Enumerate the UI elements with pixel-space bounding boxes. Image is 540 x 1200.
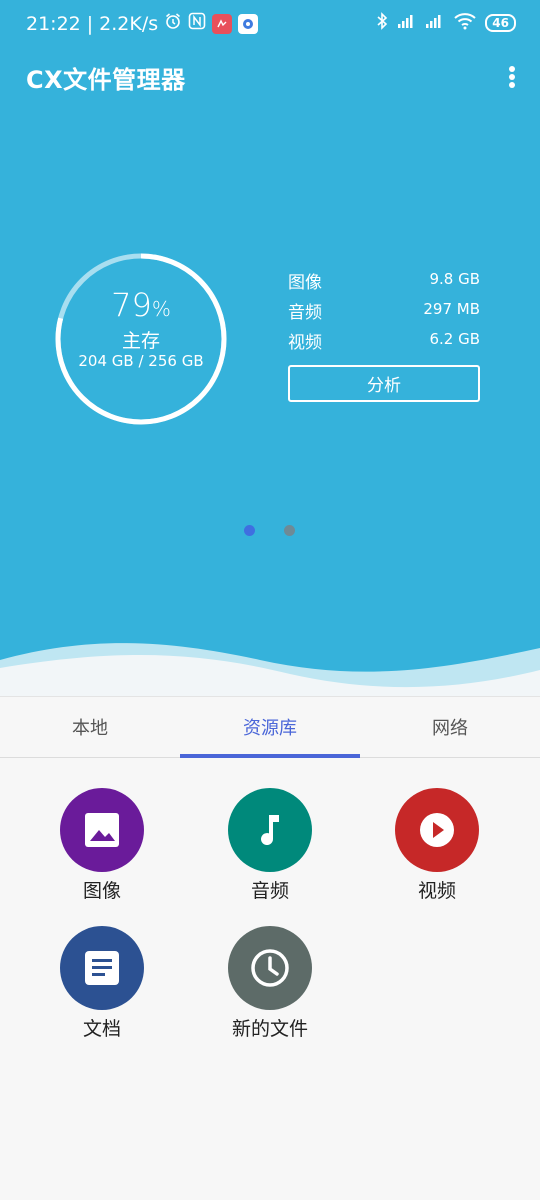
page-dot[interactable]: [284, 525, 295, 536]
category-circle: [228, 926, 312, 1010]
battery-indicator: 46: [485, 14, 516, 32]
stat-label: 音频: [288, 303, 322, 323]
alarm-icon: [164, 12, 182, 35]
category-audio[interactable]: 音频: [186, 788, 354, 903]
document-icon: [85, 951, 119, 985]
stat-row-images: 图像 9.8 GB: [288, 268, 480, 298]
overflow-menu-button[interactable]: [502, 62, 522, 92]
storage-hero: 21:22 | 2.2K/s 46 CX文件管理器 79% 主存 204 GB …: [0, 0, 540, 700]
storage-breakdown: 图像 9.8 GB 音频 297 MB 视频 6.2 GB: [288, 268, 480, 358]
stat-value: 297 MB: [423, 300, 480, 318]
stat-label: 图像: [288, 273, 322, 293]
category-video[interactable]: 视频: [353, 788, 521, 903]
category-circle: [60, 788, 144, 872]
more-dot-icon: [509, 66, 515, 72]
category-circle: [395, 788, 479, 872]
bluetooth-icon: [375, 12, 389, 34]
wave-decoration: [0, 643, 540, 700]
signal-icon-2: [425, 13, 445, 33]
nfc-icon: [188, 12, 206, 35]
stat-row-audio: 音频 297 MB: [288, 298, 480, 328]
analyze-button[interactable]: 分析: [288, 365, 480, 402]
category-label: 图像: [82, 880, 121, 902]
more-dot-icon: [509, 82, 515, 88]
play-icon: [420, 813, 454, 847]
storage-capacity: 204 GB / 256 GB: [78, 352, 204, 370]
image-icon: [85, 813, 119, 847]
storage-percent: 79%: [111, 286, 171, 324]
category-label: 视频: [417, 880, 456, 902]
category-circle: [60, 926, 144, 1010]
category-label: 新的文件: [231, 1018, 308, 1040]
clock-icon: [251, 949, 289, 987]
category-documents[interactable]: 文档: [18, 926, 186, 1041]
storage-label: 主存: [121, 330, 160, 352]
category-images[interactable]: 图像: [18, 788, 186, 903]
status-time: 21:22: [26, 12, 81, 35]
stat-value: 9.8 GB: [429, 270, 480, 288]
tab-bar: 本地 资源库 网络: [0, 696, 540, 758]
category-circle: [228, 788, 312, 872]
app-notification-icon: [212, 13, 233, 34]
signal-icon: [397, 13, 417, 33]
storage-ring[interactable]: 79% 主存 204 GB / 256 GB: [52, 250, 230, 428]
tab-network[interactable]: 网络: [360, 697, 540, 757]
category-label: 文档: [82, 1018, 121, 1040]
tab-library[interactable]: 资源库: [180, 697, 360, 758]
category-label: 音频: [250, 880, 289, 902]
tab-local[interactable]: 本地: [0, 697, 180, 757]
more-dot-icon: [509, 74, 515, 80]
category-recent-files[interactable]: 新的文件: [186, 926, 354, 1041]
stat-row-video: 视频 6.2 GB: [288, 328, 480, 358]
music-note-icon: [261, 815, 279, 846]
app-title: CX文件管理器: [26, 66, 186, 94]
app-notification-icon-2: [238, 13, 259, 34]
wifi-icon: [453, 12, 477, 34]
stat-value: 6.2 GB: [429, 330, 480, 348]
page-dot-active[interactable]: [244, 525, 255, 536]
stat-label: 视频: [288, 333, 322, 353]
network-speed: 2.2K/s: [99, 12, 159, 35]
status-bar: 21:22 | 2.2K/s 46: [0, 0, 540, 52]
